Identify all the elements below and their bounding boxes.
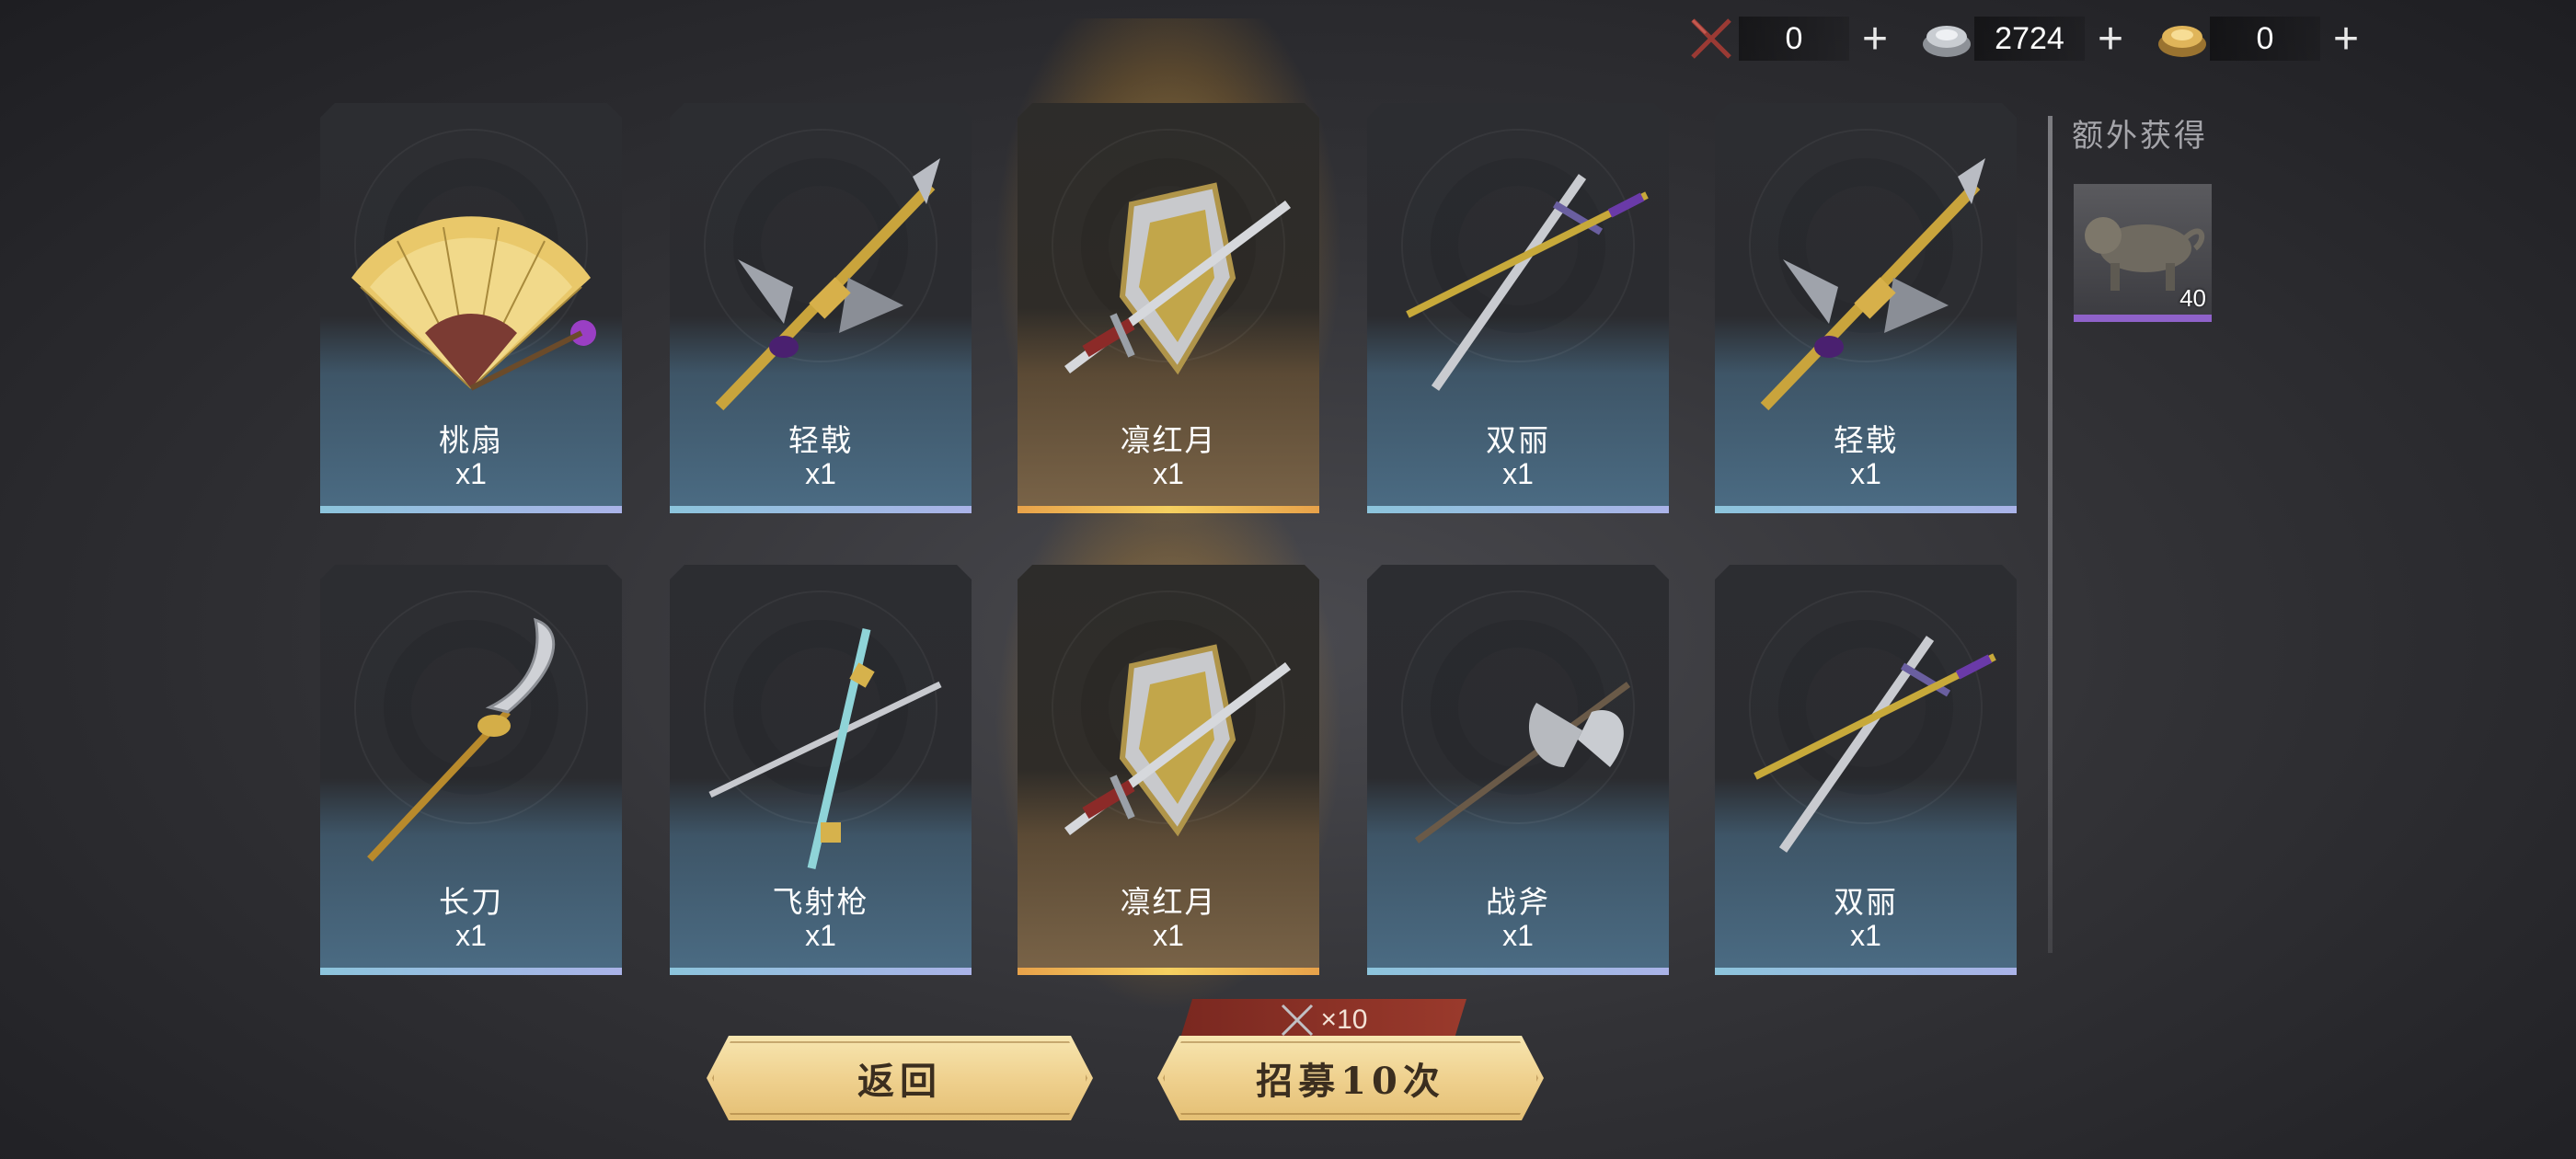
card-quantity: x1 (455, 919, 487, 952)
currency-silver-value: 2724 (1974, 17, 2085, 61)
rarity-bar (1367, 968, 1669, 975)
card-name: 凛红月 (1120, 422, 1217, 458)
divider (2048, 116, 2053, 953)
reward-card[interactable]: 轻戟 x1 (670, 103, 972, 513)
currency-silver: 2724 + (1919, 13, 2136, 64)
reward-card[interactable]: 战斧 x1 (1367, 565, 1669, 975)
silver-ingot-icon (1919, 13, 1974, 64)
rarity-bar (320, 506, 622, 513)
currency-swords: 0 + (1684, 13, 1901, 64)
card-name: 双丽 (1834, 884, 1898, 920)
card-quantity: x1 (455, 457, 487, 490)
card-name: 轻戟 (788, 422, 853, 458)
card-name: 飞射枪 (772, 884, 869, 920)
card-name: 双丽 (1486, 422, 1550, 458)
currency-swords-value: 0 (1739, 17, 1849, 61)
reward-card[interactable]: 长刀 x1 (320, 565, 622, 975)
card-name: 轻戟 (1834, 422, 1898, 458)
back-button[interactable]: 返回 (707, 1036, 1093, 1120)
rarity-bar (1715, 968, 2017, 975)
rarity-bar (2074, 315, 2212, 322)
card-quantity: x1 (1502, 919, 1534, 952)
recruit-cost-tag: ×10 (1179, 999, 1466, 1041)
card-quantity: x1 (805, 457, 836, 490)
currency-bar: 0 + 2724 + 0 + (1684, 13, 2390, 64)
reward-card[interactable]: 凛红月 x1 (1018, 103, 1319, 513)
rarity-bar (1367, 506, 1669, 513)
card-quantity: x1 (1850, 919, 1881, 952)
recruit-10-button[interactable]: 招募10次 (1157, 1036, 1544, 1120)
twin-swords-icon (1754, 636, 1996, 853)
extra-rewards-title: 额外获得 (2072, 118, 2208, 155)
extra-reward-count: 40 (2179, 284, 2206, 312)
card-quantity: x1 (1502, 457, 1534, 490)
crossed-swords-icon (1684, 13, 1739, 64)
card-name: 战斧 (1486, 884, 1550, 920)
reward-card[interactable]: 双丽 x1 (1715, 565, 2017, 975)
sword-and-shield-icon (1064, 644, 1291, 837)
reward-card[interactable]: 飞射枪 x1 (670, 565, 972, 975)
currency-gold: 0 + (2155, 13, 2372, 64)
reward-card[interactable]: 双丽 x1 (1367, 103, 1669, 513)
card-quantity: x1 (1153, 919, 1184, 952)
sword-and-shield-icon (1064, 182, 1291, 375)
recruit-cost: ×10 (1320, 1004, 1368, 1035)
card-quantity: x1 (1850, 457, 1881, 490)
gold-ingot-icon (2155, 13, 2210, 64)
battle-axe-icon (1414, 682, 1631, 843)
crossed-swords-icon (1279, 1002, 1316, 1039)
folding-fan-icon (351, 216, 596, 391)
rarity-bar (1018, 506, 1319, 513)
twin-swords-icon (1406, 174, 1649, 391)
reward-card[interactable]: 桃扇 x1 (320, 103, 622, 513)
card-quantity: x1 (1153, 457, 1184, 490)
add-silver-button[interactable]: + (2085, 13, 2136, 64)
currency-gold-value: 0 (2210, 17, 2320, 61)
halberd-icon (715, 158, 940, 411)
rarity-bar (1715, 506, 2017, 513)
halberd-icon (1760, 158, 1985, 411)
rarity-bar (670, 968, 972, 975)
add-gold-button[interactable]: + (2320, 13, 2372, 64)
extra-reward-item[interactable]: 40 (2074, 184, 2212, 322)
card-name: 桃扇 (439, 422, 503, 458)
rarity-bar (1018, 968, 1319, 975)
twin-spears-icon (708, 627, 942, 870)
add-swords-button[interactable]: + (1849, 13, 1901, 64)
rarity-bar (670, 506, 972, 513)
reward-card[interactable]: 轻戟 x1 (1715, 103, 2017, 513)
rarity-bar (320, 968, 622, 975)
card-name: 长刀 (439, 884, 503, 920)
card-quantity: x1 (805, 919, 836, 952)
glaive-icon (367, 617, 556, 862)
reward-card[interactable]: 凛红月 x1 (1018, 565, 1319, 975)
card-name: 凛红月 (1120, 884, 1217, 920)
